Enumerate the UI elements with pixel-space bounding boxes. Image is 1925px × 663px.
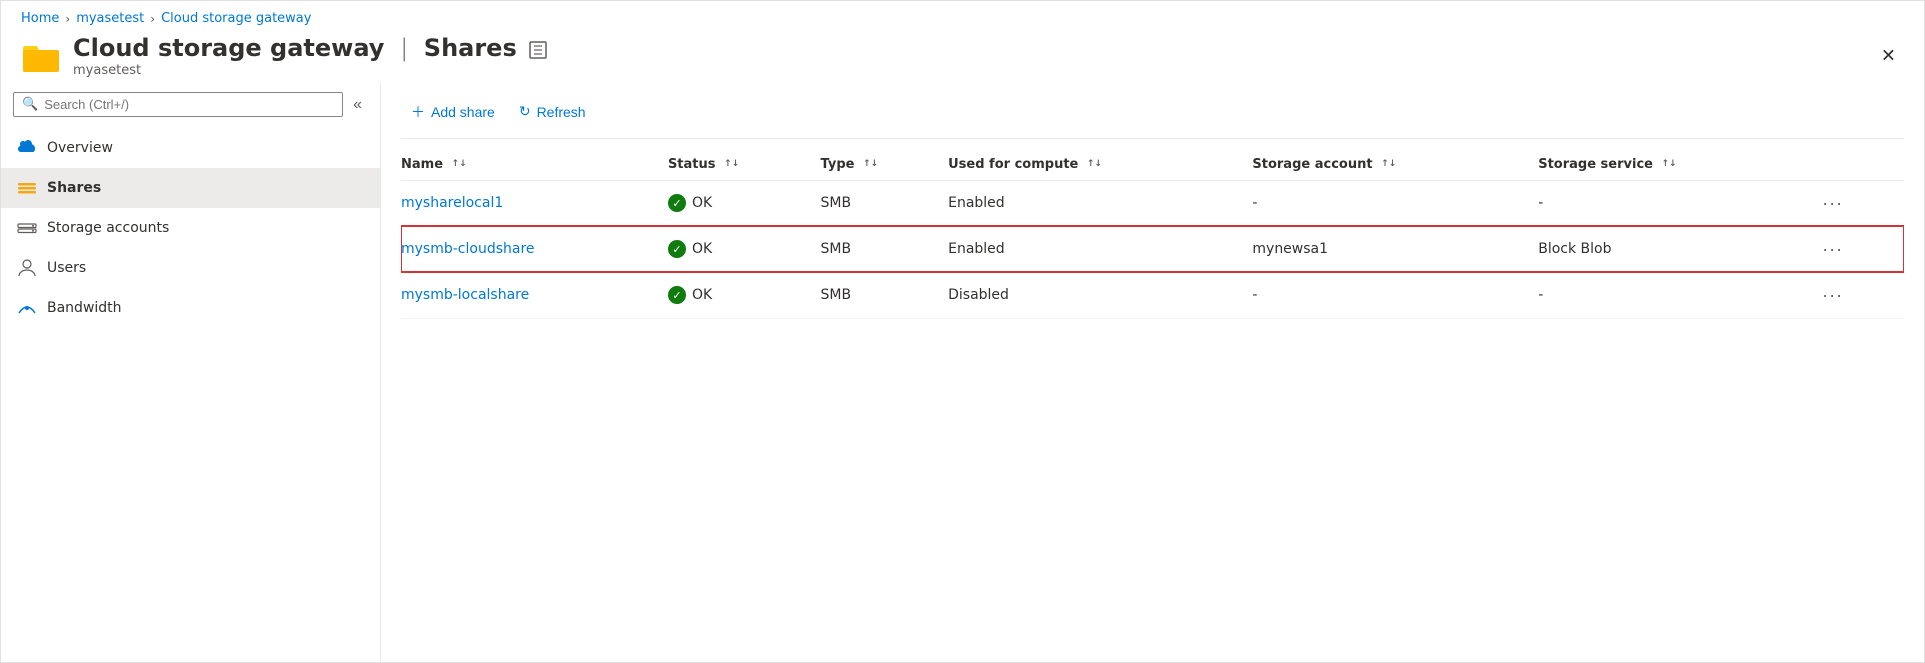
cell-storage-account: - xyxy=(1252,180,1538,226)
add-icon: ＋ xyxy=(411,102,425,122)
cell-type: SMB xyxy=(821,226,949,272)
more-options-button[interactable]: ··· xyxy=(1814,191,1851,216)
col-header-status[interactable]: Status ↑↓ xyxy=(668,149,821,181)
sort-status-icon: ↑↓ xyxy=(724,160,739,169)
cell-name: mysmb-cloudshare xyxy=(401,226,668,272)
search-icon: 🔍 xyxy=(22,97,38,112)
shares-icon xyxy=(17,178,37,198)
sidebar-item-bandwidth[interactable]: Bandwidth xyxy=(1,288,380,328)
col-header-storage-service[interactable]: Storage service ↑↓ xyxy=(1538,149,1814,181)
shares-table: Name ↑↓ Status ↑↓ Type ↑↓ xyxy=(401,149,1904,319)
sidebar-item-users[interactable]: Users xyxy=(1,248,380,288)
bandwidth-icon xyxy=(17,298,37,318)
col-header-compute[interactable]: Used for compute ↑↓ xyxy=(948,149,1252,181)
refresh-button[interactable]: ↻ Refresh xyxy=(509,97,596,126)
breadcrumb-myasetest[interactable]: myasetest xyxy=(76,11,144,26)
shares-table-container: Name ↑↓ Status ↑↓ Type ↑↓ xyxy=(401,139,1904,662)
cell-compute: Disabled xyxy=(948,272,1252,318)
pin-icon[interactable] xyxy=(529,41,547,63)
more-options-button[interactable]: ··· xyxy=(1814,283,1851,308)
sidebar-label-bandwidth: Bandwidth xyxy=(47,300,122,316)
close-button[interactable]: ✕ xyxy=(1873,41,1904,70)
cell-compute: Enabled xyxy=(948,226,1252,272)
cloud-icon xyxy=(17,138,37,158)
cell-storage-service: - xyxy=(1538,272,1814,318)
table-row[interactable]: mysmb-localshareOKSMBDisabled--··· xyxy=(401,272,1904,318)
sidebar-item-storage-accounts[interactable]: Storage accounts xyxy=(1,208,380,248)
page-subtitle: myasetest xyxy=(73,63,517,78)
status-ok-icon xyxy=(668,286,686,304)
cell-status: OK xyxy=(668,226,821,272)
page-header: Cloud storage gateway | Shares myasetest… xyxy=(1,30,1924,82)
nav-list: Overview Shares xyxy=(1,128,380,328)
more-options-button[interactable]: ··· xyxy=(1814,237,1851,262)
cell-storage-account: - xyxy=(1252,272,1538,318)
cell-type: SMB xyxy=(821,180,949,226)
sort-storage-service-icon: ↑↓ xyxy=(1662,160,1677,169)
table-body: mysharelocal1OKSMBEnabled--···mysmb-clou… xyxy=(401,180,1904,318)
sidebar-label-overview: Overview xyxy=(47,140,113,156)
cell-storage-service: - xyxy=(1538,180,1814,226)
cell-storage-service: Block Blob xyxy=(1538,226,1814,272)
sidebar: 🔍 « Overview xyxy=(1,82,381,662)
sidebar-label-users: Users xyxy=(47,260,86,276)
sidebar-label-storage-accounts: Storage accounts xyxy=(47,220,169,236)
cell-name: mysharelocal1 xyxy=(401,180,668,226)
col-header-name[interactable]: Name ↑↓ xyxy=(401,149,668,181)
col-header-actions xyxy=(1814,149,1904,181)
add-share-button[interactable]: ＋ Add share xyxy=(401,96,505,128)
cell-status: OK xyxy=(668,272,821,318)
breadcrumb-home[interactable]: Home xyxy=(21,11,59,26)
refresh-icon: ↻ xyxy=(519,103,531,120)
sort-type-icon: ↑↓ xyxy=(863,160,878,169)
breadcrumb-current[interactable]: Cloud storage gateway xyxy=(161,11,311,26)
sort-name-icon: ↑↓ xyxy=(452,160,467,169)
user-icon xyxy=(17,258,37,278)
cell-compute: Enabled xyxy=(948,180,1252,226)
col-header-type[interactable]: Type ↑↓ xyxy=(821,149,949,181)
folder-icon xyxy=(21,36,61,76)
content-area: ＋ Add share ↻ Refresh Name ↑↓ xyxy=(381,82,1924,662)
table-row[interactable]: mysharelocal1OKSMBEnabled--··· xyxy=(401,180,1904,226)
sidebar-item-overview[interactable]: Overview xyxy=(1,128,380,168)
collapse-button[interactable]: « xyxy=(347,92,368,118)
search-input[interactable] xyxy=(44,97,334,112)
toolbar: ＋ Add share ↻ Refresh xyxy=(401,82,1904,139)
status-ok-icon xyxy=(668,194,686,212)
page-title: Cloud storage gateway | Shares xyxy=(73,34,517,63)
storage-icon xyxy=(17,218,37,238)
search-bar: 🔍 « xyxy=(1,82,380,128)
col-header-storage-account[interactable]: Storage account ↑↓ xyxy=(1252,149,1538,181)
cell-name: mysmb-localshare xyxy=(401,272,668,318)
status-ok-icon xyxy=(668,240,686,258)
cell-status: OK xyxy=(668,180,821,226)
sidebar-label-shares: Shares xyxy=(47,180,101,196)
table-header-row: Name ↑↓ Status ↑↓ Type ↑↓ xyxy=(401,149,1904,181)
sidebar-item-shares[interactable]: Shares xyxy=(1,168,380,208)
sort-compute-icon: ↑↓ xyxy=(1087,160,1102,169)
cell-storage-account: mynewsa1 xyxy=(1252,226,1538,272)
search-wrapper[interactable]: 🔍 xyxy=(13,92,343,117)
sort-storage-account-icon: ↑↓ xyxy=(1381,160,1396,169)
breadcrumb: Home › myasetest › Cloud storage gateway xyxy=(1,1,1924,30)
cell-type: SMB xyxy=(821,272,949,318)
table-row[interactable]: mysmb-cloudshareOKSMBEnabledmynewsa1Bloc… xyxy=(401,226,1904,272)
